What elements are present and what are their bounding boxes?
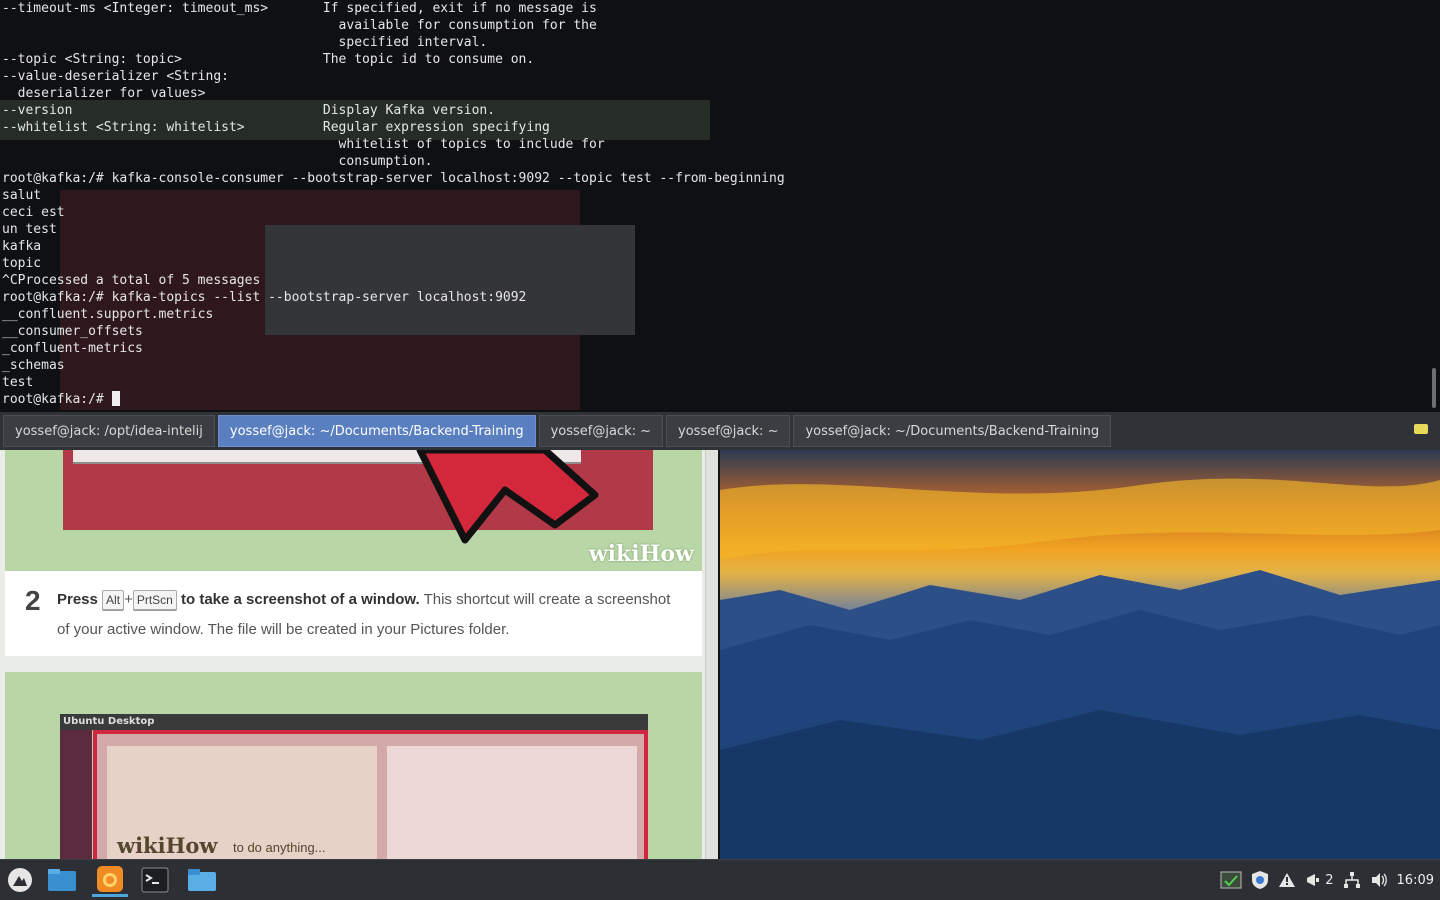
terminal-line: un test xyxy=(2,222,57,237)
wikihow-logo: wikiHow xyxy=(588,541,694,567)
tab-label: yossef@jack: ~ xyxy=(678,423,779,439)
menu-icon xyxy=(8,868,32,892)
key-prtscn: PrtScn xyxy=(132,590,177,610)
tab-backend-training[interactable]: yossef@jack: ~/Documents/Backend-Trainin… xyxy=(793,415,1112,447)
key-alt: Alt xyxy=(102,590,125,610)
terminal-line: __consumer_offsets xyxy=(2,324,143,339)
system-tray: 2 16:09 xyxy=(1220,860,1440,900)
terminal-line: ^CProcessed a total of 5 messages xyxy=(2,273,261,288)
firefox-icon xyxy=(97,865,123,892)
mountain-landscape xyxy=(720,478,1440,859)
tab-home-1[interactable]: yossef@jack: ~ xyxy=(538,415,664,447)
ubuntu-launcher xyxy=(60,730,92,859)
terminal-line: root@kafka:/# kafka-topics --list --boot… xyxy=(2,290,527,305)
tab-home-2[interactable]: yossef@jack: ~ xyxy=(666,415,791,447)
desktop-wallpaper xyxy=(720,450,1440,859)
terminal-line: --version Display Kafka version. xyxy=(2,103,496,118)
terminal-line: _schemas xyxy=(2,358,65,373)
network-icon xyxy=(1343,872,1360,888)
terminal-line: kafka xyxy=(2,239,42,254)
tab-label: yossef@jack: /opt/idea-intelij xyxy=(15,423,203,439)
tray-warning[interactable] xyxy=(1278,872,1296,888)
terminal-tab-bar: yossef@jack: /opt/idea-intelij yossef@ja… xyxy=(0,412,1440,450)
volume-icon xyxy=(1371,873,1387,887)
terminal-line: --whitelist <String: whitelist> Regular … xyxy=(2,120,550,135)
terminal-line: --topic <String: topic> The topic id to … xyxy=(2,52,535,67)
firefox-button[interactable] xyxy=(92,863,128,897)
tab-label: yossef@jack: ~ xyxy=(550,423,652,439)
warning-icon xyxy=(1279,873,1296,887)
terminal-output[interactable]: --timeout-ms <Integer: timeout_ms> If sp… xyxy=(2,0,785,408)
tab-label: yossef@jack: ~/Documents/Backend-Trainin… xyxy=(805,423,1100,439)
shield-icon xyxy=(1252,871,1269,889)
terminal-line: available for consumption for the xyxy=(338,18,597,33)
step-press-word: Press xyxy=(57,591,98,608)
tab-backend-training-active[interactable]: yossef@jack: ~/Documents/Backend-Trainin… xyxy=(217,415,536,447)
terminal-prompt: root@kafka:/# xyxy=(2,392,112,407)
tray-volume[interactable] xyxy=(1370,872,1388,888)
taskbar: 2 16:09 xyxy=(0,859,1440,900)
clock[interactable]: 16:09 xyxy=(1397,873,1434,888)
step-image-2: Ubuntu Desktop wikiHow to do anything... xyxy=(5,672,702,859)
terminal-line: __confluent.support.metrics xyxy=(2,307,214,322)
terminal-line: test xyxy=(2,375,34,390)
tray-update[interactable] xyxy=(1220,871,1242,889)
terminal-line: specified interval. xyxy=(338,35,488,50)
terminal-lines: --timeout-ms <Integer: timeout_ms> If sp… xyxy=(2,1,785,390)
app-menu-button[interactable] xyxy=(2,863,38,897)
terminal-line: --timeout-ms <Integer: timeout_ms> If sp… xyxy=(2,1,597,16)
terminal-line: --value-deserializer <String: xyxy=(2,69,229,84)
terminal-line: consumption. xyxy=(338,154,433,169)
tray-network[interactable] xyxy=(1343,871,1361,889)
megaphone-icon xyxy=(1307,874,1320,886)
terminal-line: deserializer for values> xyxy=(17,86,206,101)
ubuntu-title-bar: Ubuntu Desktop xyxy=(60,714,648,730)
libreoffice-mock xyxy=(387,746,637,859)
terminal-line: _confluent-metrics xyxy=(2,341,143,356)
step-bold-text: to take a screenshot of a window. xyxy=(181,591,420,608)
red-arrow-icon xyxy=(416,450,599,544)
terminal-window[interactable]: --timeout-ms <Integer: timeout_ms> If sp… xyxy=(0,0,1440,412)
terminal-scrollbar[interactable] xyxy=(1432,368,1436,408)
terminal-line: ceci est xyxy=(2,205,65,220)
folder-button[interactable] xyxy=(184,863,220,897)
ubuntu-wikihow-logo: wikiHow xyxy=(117,833,218,858)
update-manager-icon xyxy=(1220,871,1242,889)
tab-label: yossef@jack: ~/Documents/Backend-Trainin… xyxy=(229,423,524,439)
terminal-cursor xyxy=(111,391,120,406)
folder-icon xyxy=(188,869,216,891)
tab-idea-intelij[interactable]: yossef@jack: /opt/idea-intelij xyxy=(3,415,215,447)
step-number: 2 xyxy=(25,585,41,616)
terminal-line: root@kafka:/# kafka-console-consumer --b… xyxy=(2,171,785,186)
files-button[interactable] xyxy=(44,863,80,897)
ubuntu-tagline: to do anything... xyxy=(233,840,326,855)
browser-content[interactable]: wikiHow 2 Press Alt + PrtScn to take a scr… xyxy=(0,450,720,859)
terminal-button[interactable] xyxy=(137,863,173,897)
step-description: Press Alt + PrtScn to take a screenshot of… xyxy=(57,585,677,645)
key-plus: + xyxy=(124,591,133,608)
files-icon xyxy=(48,869,76,891)
notification-count: 2 xyxy=(1325,872,1334,888)
tray-vpn[interactable] xyxy=(1251,870,1269,890)
terminal-icon xyxy=(141,867,169,893)
step-card: 2 Press Alt + PrtScn to take a screenshot … xyxy=(5,571,702,656)
terminal-line: whitelist of topics to include for xyxy=(338,137,605,152)
notification-icon[interactable] xyxy=(1414,424,1428,434)
tray-notifications[interactable]: 2 xyxy=(1305,872,1334,888)
terminal-line: salut xyxy=(2,188,42,203)
terminal-line: topic xyxy=(2,256,42,271)
step-image-1: wikiHow xyxy=(5,450,702,571)
